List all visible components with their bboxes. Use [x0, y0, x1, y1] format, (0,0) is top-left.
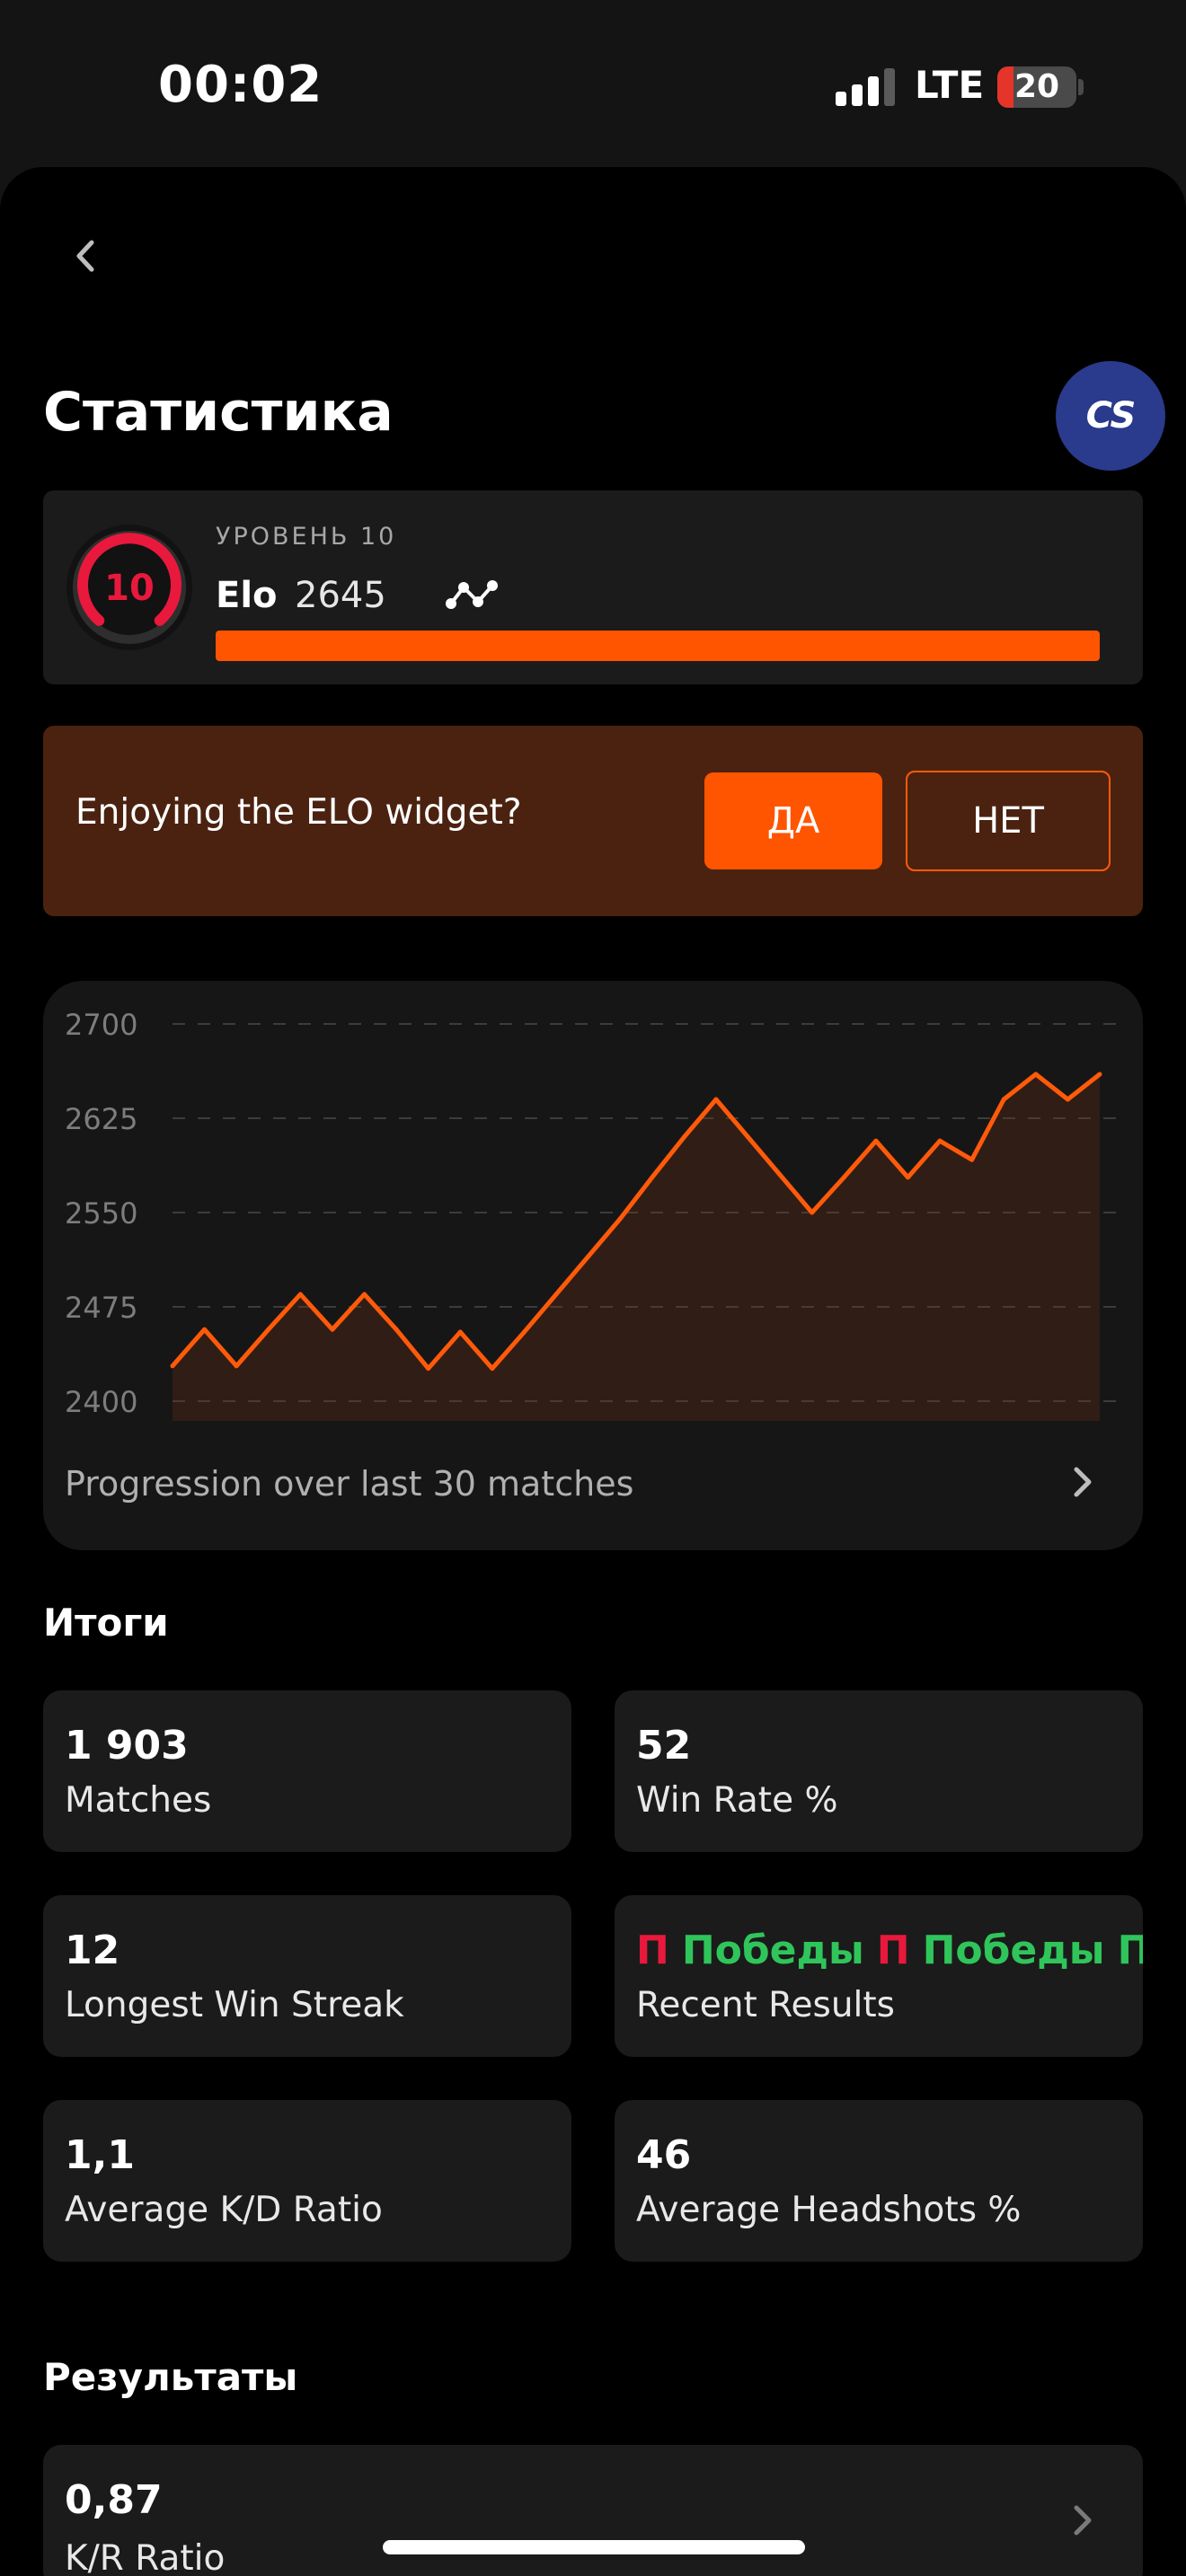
status-bar: 00:02 LTE 20 [0, 0, 1186, 171]
totals-title: Итоги [43, 1601, 169, 1645]
prompt-text: Enjoying the ELO widget? [75, 792, 522, 833]
trend-icon [446, 580, 498, 609]
recent-results-strip: П Победы П Победы Поб [636, 1928, 1143, 1973]
elo-chart: 2700 2625 2550 2475 2400 [65, 1008, 1121, 1421]
data-point [202, 1327, 208, 1332]
signal-icon [836, 66, 897, 106]
data-point [457, 1329, 463, 1335]
stat-value: 1,1 [65, 2132, 135, 2178]
stat-value: 0,87 [65, 2477, 163, 2523]
stat-card-recent-results: П Победы П Победы Поб Recent Results [615, 1895, 1143, 2057]
chevron-right-icon [1074, 1467, 1092, 1497]
stat-value: 46 [636, 2132, 692, 2178]
page-title: Статистика [43, 381, 394, 444]
data-point [617, 1216, 623, 1222]
back-button[interactable] [54, 225, 117, 287]
level-badge: 10 [66, 525, 192, 650]
y-tick-label: 2400 [65, 1385, 137, 1419]
stat-label: Matches [65, 1780, 212, 1821]
battery-icon: 20 [997, 66, 1076, 108]
data-point [330, 1327, 335, 1332]
data-point [234, 1363, 239, 1369]
area-fill [173, 1074, 1100, 1421]
level-number: 10 [104, 568, 155, 609]
elo-progress-fill [216, 631, 1100, 661]
status-time: 00:02 [158, 56, 323, 114]
data-point [1033, 1072, 1039, 1077]
stat-card-kd: 1,1 Average K/D Ratio [43, 2100, 571, 2262]
data-point [394, 1327, 399, 1332]
stat-label: Win Rate % [636, 1780, 838, 1821]
battery-level: 20 [1013, 68, 1060, 105]
kr-ratio-row[interactable]: 0,87 K/R Ratio [43, 2445, 1143, 2576]
result-loss: П [636, 1928, 669, 1973]
stat-label: Longest Win Streak [65, 1985, 404, 2025]
stat-card-win-rate: 52 Win Rate % [615, 1690, 1143, 1852]
widget-prompt: Enjoying the ELO widget? ДА НЕТ [43, 726, 1143, 916]
y-tick-label: 2625 [65, 1102, 137, 1136]
data-point [873, 1138, 879, 1143]
chevron-right-icon [1074, 2505, 1092, 2536]
stat-value: 1 903 [65, 1723, 189, 1769]
y-tick-label: 2550 [65, 1196, 137, 1231]
result-win: Поб [1117, 1928, 1143, 1973]
yes-button[interactable]: ДА [704, 772, 882, 869]
level-card[interactable]: 10 УРОВЕНЬ 10 Elo 2645 [43, 490, 1143, 684]
chart-caption: Progression over last 30 matches [65, 1464, 634, 1504]
stat-card-streak: 12 Longest Win Streak [43, 1895, 571, 2057]
data-point [586, 1254, 591, 1259]
data-point [490, 1366, 495, 1372]
stat-label: K/R Ratio [65, 2538, 226, 2576]
stat-value: 12 [65, 1928, 120, 1973]
elo-value: 2645 [295, 575, 386, 616]
elo-label: Elo [216, 575, 278, 616]
stat-value: 52 [636, 1723, 692, 1769]
data-point [553, 1292, 559, 1297]
no-button[interactable]: НЕТ [906, 771, 1111, 871]
data-point [777, 1172, 783, 1178]
stat-label: Average K/D Ratio [65, 2190, 383, 2230]
battery-tip [1078, 79, 1084, 95]
y-tick-label: 2700 [65, 1008, 137, 1042]
data-point [969, 1157, 975, 1162]
result-loss: П [876, 1928, 910, 1973]
data-point [681, 1134, 686, 1140]
data-point [810, 1210, 815, 1215]
data-point [362, 1292, 367, 1297]
data-point [521, 1329, 527, 1335]
data-point [1065, 1097, 1070, 1102]
chevron-left-icon [76, 240, 94, 272]
stat-card-matches: 1 903 Matches [43, 1690, 571, 1852]
home-indicator[interactable] [383, 2540, 805, 2554]
elo-progress-bar [216, 631, 1100, 661]
data-point [1001, 1097, 1006, 1102]
stat-label: Average Headshots % [636, 2190, 1022, 2230]
data-point [937, 1138, 943, 1143]
result-win: Победы [681, 1928, 864, 1973]
data-point [841, 1175, 846, 1180]
elo-chart-card[interactable]: 2700 2625 2550 2475 2400 Progression over la… [43, 981, 1143, 1550]
data-point [426, 1366, 431, 1372]
result-win: Победы [922, 1928, 1105, 1973]
game-badge[interactable]: CS [1056, 361, 1165, 471]
data-point [1097, 1072, 1102, 1077]
data-point [746, 1134, 751, 1140]
y-tick-label: 2475 [65, 1291, 137, 1325]
data-point [713, 1097, 719, 1102]
data-point [266, 1327, 271, 1332]
stat-label: Recent Results [636, 1985, 896, 2025]
data-point [905, 1175, 910, 1180]
stat-card-headshots: 46 Average Headshots % [615, 2100, 1143, 2262]
game-logo: CS [1085, 395, 1137, 437]
results-title: Результаты [43, 2355, 298, 2399]
data-point [650, 1175, 655, 1180]
level-label: УРОВЕНЬ 10 [216, 523, 397, 551]
data-point [297, 1292, 303, 1297]
network-label: LTE [915, 63, 985, 107]
data-point [170, 1363, 175, 1369]
